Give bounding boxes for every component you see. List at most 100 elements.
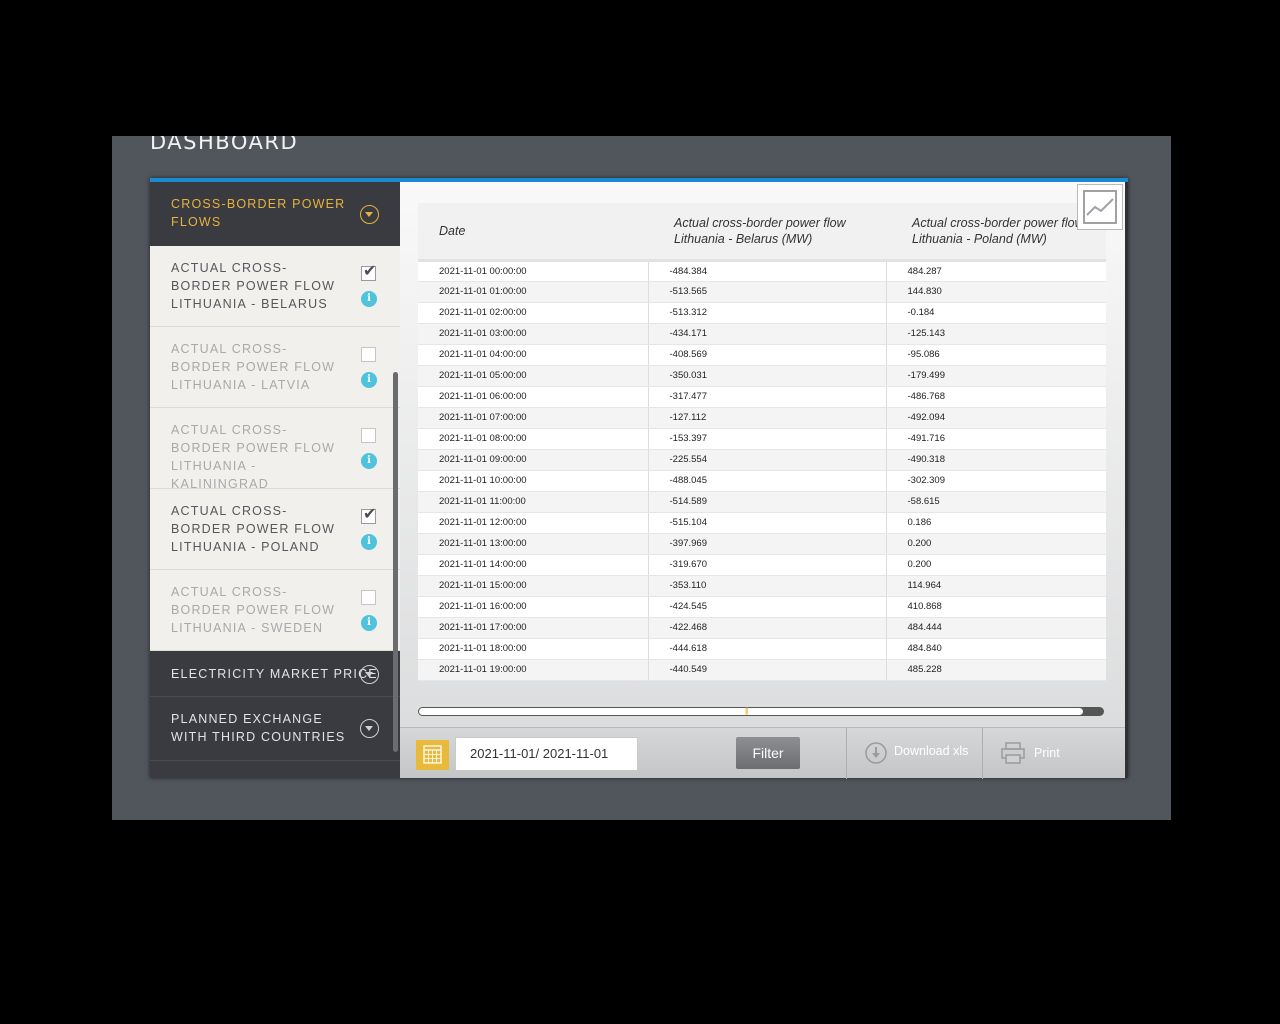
- main-panel: Date Actual cross-border power flow Lith…: [400, 182, 1125, 779]
- table-cell: -490.318: [886, 449, 1106, 471]
- info-icon[interactable]: i: [361, 453, 377, 469]
- table-row: 2021-11-01 06:00:00 -317.477 -486.768: [418, 386, 1106, 408]
- sidebar-section-label: PLANNED EXCHANGE WITH THIRD COUNTRIES: [171, 712, 346, 744]
- sidebar-item[interactable]: ACTUAL CROSS-BORDER POWER FLOW LITHUANIA…: [150, 246, 400, 327]
- table-row: 2021-11-01 08:00:00 -153.397 -491.716: [418, 428, 1106, 450]
- checkmark-icon: ✔: [363, 504, 377, 523]
- printer-icon: [1001, 742, 1025, 764]
- table-cell: 2021-11-01 00:00:00: [418, 260, 649, 282]
- checkbox-icon[interactable]: [361, 428, 376, 443]
- table-cell: -514.589: [648, 491, 887, 513]
- sidebar-section-planned-exchange[interactable]: PLANNED EXCHANGE WITH THIRD COUNTRIES: [150, 697, 400, 761]
- table-cell: 2021-11-01 06:00:00: [418, 386, 649, 408]
- sidebar-section-market-price[interactable]: ELECTRICITY MARKET PRICE: [150, 651, 400, 697]
- data-table: Date Actual cross-border power flow Lith…: [418, 203, 1106, 681]
- table-cell: -484.384: [648, 260, 887, 282]
- table-cell: -353.110: [648, 575, 887, 597]
- table-cell: -513.312: [648, 302, 887, 324]
- table-cell: -515.104: [648, 512, 887, 534]
- info-icon[interactable]: i: [361, 534, 377, 550]
- info-icon[interactable]: i: [361, 372, 377, 388]
- table-row: 2021-11-01 05:00:00 -350.031 -179.499: [418, 365, 1106, 387]
- table-cell: -58.615: [886, 491, 1106, 513]
- table-header-row: Date Actual cross-border power flow Lith…: [418, 203, 1106, 262]
- page-title: DASHBOARD: [150, 136, 299, 154]
- chevron-down-icon[interactable]: [360, 205, 379, 224]
- table-cell: 0.200: [886, 554, 1106, 576]
- calendar-icon: [423, 745, 442, 764]
- table-cell: 0.186: [886, 512, 1106, 534]
- table-row: 2021-11-01 03:00:00 -434.171 -125.143: [418, 323, 1106, 345]
- sidebar-item[interactable]: ACTUAL CROSS-BORDER POWER FLOW LITHUANIA…: [150, 408, 400, 491]
- table-cell: -350.031: [648, 365, 887, 387]
- checkbox-icon[interactable]: [361, 590, 376, 605]
- checkbox-icon[interactable]: [361, 347, 376, 362]
- table-row: 2021-11-01 15:00:00 -353.110 114.964: [418, 575, 1106, 597]
- table-cell: -127.112: [648, 407, 887, 429]
- table-row: 2021-11-01 12:00:00 -515.104 0.186: [418, 512, 1106, 534]
- scrollbar-thumb[interactable]: [419, 708, 1083, 715]
- info-icon[interactable]: i: [361, 291, 377, 307]
- table-cell: -125.143: [886, 323, 1106, 345]
- print-label: Print: [1034, 746, 1060, 760]
- sidebar-item-label: ACTUAL CROSS-BORDER POWER FLOW LITHUANIA…: [171, 261, 336, 311]
- table-cell: -444.618: [648, 638, 887, 660]
- table-row: 2021-11-01 10:00:00 -488.045 -302.309: [418, 470, 1106, 492]
- sidebar-section-title: CROSS-BORDER POWER FLOWS: [171, 197, 346, 229]
- table-row: 2021-11-01 16:00:00 -424.545 410.868: [418, 596, 1106, 618]
- calendar-button[interactable]: [416, 740, 449, 770]
- table-cell: -440.549: [648, 659, 887, 681]
- power-flow-widget: CROSS-BORDER POWER FLOWS ACTUAL CROSS-BO…: [150, 178, 1128, 779]
- column-header-poland[interactable]: Actual cross-border power flow Lithuania…: [886, 203, 1106, 262]
- chevron-down-icon[interactable]: [360, 665, 379, 684]
- table-cell: 0.200: [886, 533, 1106, 555]
- column-header-date[interactable]: Date: [418, 203, 648, 262]
- checkmark-icon: ✔: [363, 261, 377, 280]
- table-cell: 2021-11-01 07:00:00: [418, 407, 649, 429]
- sidebar-item[interactable]: ACTUAL CROSS-BORDER POWER FLOW LITHUANIA…: [150, 489, 400, 570]
- table-cell: 2021-11-01 12:00:00: [418, 512, 649, 534]
- filter-button[interactable]: Filter: [736, 737, 800, 769]
- column-header-belarus[interactable]: Actual cross-border power flow Lithuania…: [648, 203, 886, 262]
- table-cell: -319.670: [648, 554, 887, 576]
- sidebar-item[interactable]: ACTUAL CROSS-BORDER POWER FLOW LITHUANIA…: [150, 570, 400, 651]
- toolbar-divider: [982, 728, 983, 779]
- table-cell: 2021-11-01 02:00:00: [418, 302, 649, 324]
- sidebar-item-label: ACTUAL CROSS-BORDER POWER FLOW LITHUANIA…: [171, 423, 336, 491]
- table-cell: 2021-11-01 14:00:00: [418, 554, 649, 576]
- table-row: 2021-11-01 02:00:00 -513.312 -0.184: [418, 302, 1106, 324]
- chart-view-button[interactable]: [1077, 184, 1123, 230]
- table-cell: -491.716: [886, 428, 1106, 450]
- horizontal-scrollbar[interactable]: |||: [418, 707, 1104, 716]
- table-cell: -179.499: [886, 365, 1106, 387]
- table-cell: -302.309: [886, 470, 1106, 492]
- checkbox-icon[interactable]: ✔: [361, 261, 377, 281]
- table-row: 2021-11-01 19:00:00 -440.549 485.228: [418, 659, 1106, 681]
- checkbox-icon[interactable]: ✔: [361, 504, 377, 524]
- toolbar-footer: 2021-11-01/ 2021-11-01 Filter Download x…: [400, 727, 1125, 779]
- table-cell: 410.868: [886, 596, 1106, 618]
- date-range-input[interactable]: 2021-11-01/ 2021-11-01: [455, 737, 638, 771]
- table-row: 2021-11-01 07:00:00 -127.112 -492.094: [418, 407, 1106, 429]
- toolbar-divider: [846, 728, 847, 779]
- sidebar-scrollbar[interactable]: [393, 372, 398, 752]
- table-cell: 144.830: [886, 281, 1106, 303]
- table-cell: -486.768: [886, 386, 1106, 408]
- sidebar-item[interactable]: ACTUAL CROSS-BORDER POWER FLOW LITHUANIA…: [150, 327, 400, 408]
- table-cell: -434.171: [648, 323, 887, 345]
- sidebar-item-label: ACTUAL CROSS-BORDER POWER FLOW LITHUANIA…: [171, 585, 336, 635]
- table-row: 2021-11-01 01:00:00 -513.565 144.830: [418, 281, 1106, 303]
- sidebar-section-cross-border[interactable]: CROSS-BORDER POWER FLOWS: [150, 182, 400, 246]
- sidebar-item-label: ACTUAL CROSS-BORDER POWER FLOW LITHUANIA…: [171, 342, 336, 392]
- table-cell: -317.477: [648, 386, 887, 408]
- table-cell: -95.086: [886, 344, 1106, 366]
- table-row: 2021-11-01 13:00:00 -397.969 0.200: [418, 533, 1106, 555]
- chevron-down-icon[interactable]: [360, 719, 379, 738]
- info-icon[interactable]: i: [361, 615, 377, 631]
- table-cell: 2021-11-01 08:00:00: [418, 428, 649, 450]
- table-row: 2021-11-01 14:00:00 -319.670 0.200: [418, 554, 1106, 576]
- table-row: 2021-11-01 04:00:00 -408.569 -95.086: [418, 344, 1106, 366]
- table-row: 2021-11-01 09:00:00 -225.554 -490.318: [418, 449, 1106, 471]
- table-cell: -0.184: [886, 302, 1106, 324]
- table-cell: 2021-11-01 05:00:00: [418, 365, 649, 387]
